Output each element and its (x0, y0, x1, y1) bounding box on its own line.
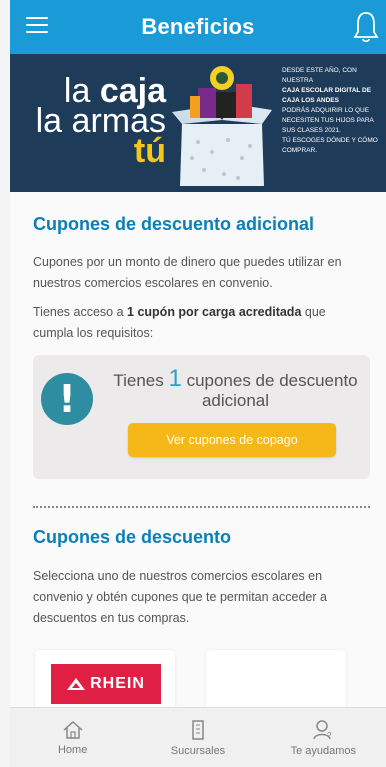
coupon-access-text: Tienes acceso a 1 cupón por carga acredi… (33, 305, 326, 340)
bottom-navigation: Home Sucursales ? Te ayudamos (10, 707, 386, 767)
help-person-icon: ? (313, 719, 332, 740)
hamburger-menu-icon[interactable] (26, 17, 48, 35)
gift-box-illustration (172, 66, 272, 186)
nav-item-sucursales[interactable]: Sucursales (143, 719, 253, 757)
nav-item-te-ayudamos[interactable]: ? Te ayudamos (268, 719, 378, 757)
main-content: Cupones de descuento adicional Cupones p… (10, 192, 386, 707)
home-icon (63, 720, 83, 739)
page-title: Beneficios (141, 14, 255, 39)
rhein-logo-mark-icon (67, 678, 86, 690)
bell-icon[interactable] (352, 10, 380, 44)
rhein-logo: RHEIN (51, 664, 161, 704)
section-divider (33, 506, 370, 508)
nav-item-home[interactable]: Home (18, 720, 128, 756)
coupon-count-text: Tienes 1 cupones de descuento adicional (113, 365, 358, 411)
nav-label-sucursales: Sucursales (170, 744, 226, 757)
promo-banner[interactable]: la caja la armas tú Desde este año, con … (10, 54, 386, 192)
exclamation-icon: ! (41, 373, 93, 425)
nav-label-home: Home (57, 743, 88, 756)
left-edge (0, 0, 10, 767)
nav-label-te-ayudamos: Te ayudamos (290, 744, 357, 757)
additional-coupons-description: Cupones por un monto de dinero que puede… (33, 255, 342, 290)
store-card-rhein[interactable]: RHEIN (35, 650, 175, 707)
svg-text:?: ? (327, 731, 332, 740)
discount-coupons-title: Cupones de descuento (33, 527, 232, 547)
store-card[interactable] (206, 650, 346, 707)
additional-coupons-title: Cupones de descuento adicional (33, 214, 315, 234)
banner-copy: Desde este año, con nuestra Caja Escolar… (282, 67, 378, 154)
coupon-summary-card: ! Tienes 1 cupones de descuento adiciona… (33, 355, 370, 479)
building-icon (192, 719, 204, 740)
top-app-bar: Beneficios (10, 0, 386, 54)
view-copay-coupons-button[interactable]: Ver cupones de copago (128, 423, 336, 457)
discount-coupons-description: Selecciona uno de nuestros comercios esc… (33, 569, 327, 625)
coupon-count: 1 (168, 365, 182, 392)
banner-headline: la caja la armas tú (35, 72, 166, 170)
